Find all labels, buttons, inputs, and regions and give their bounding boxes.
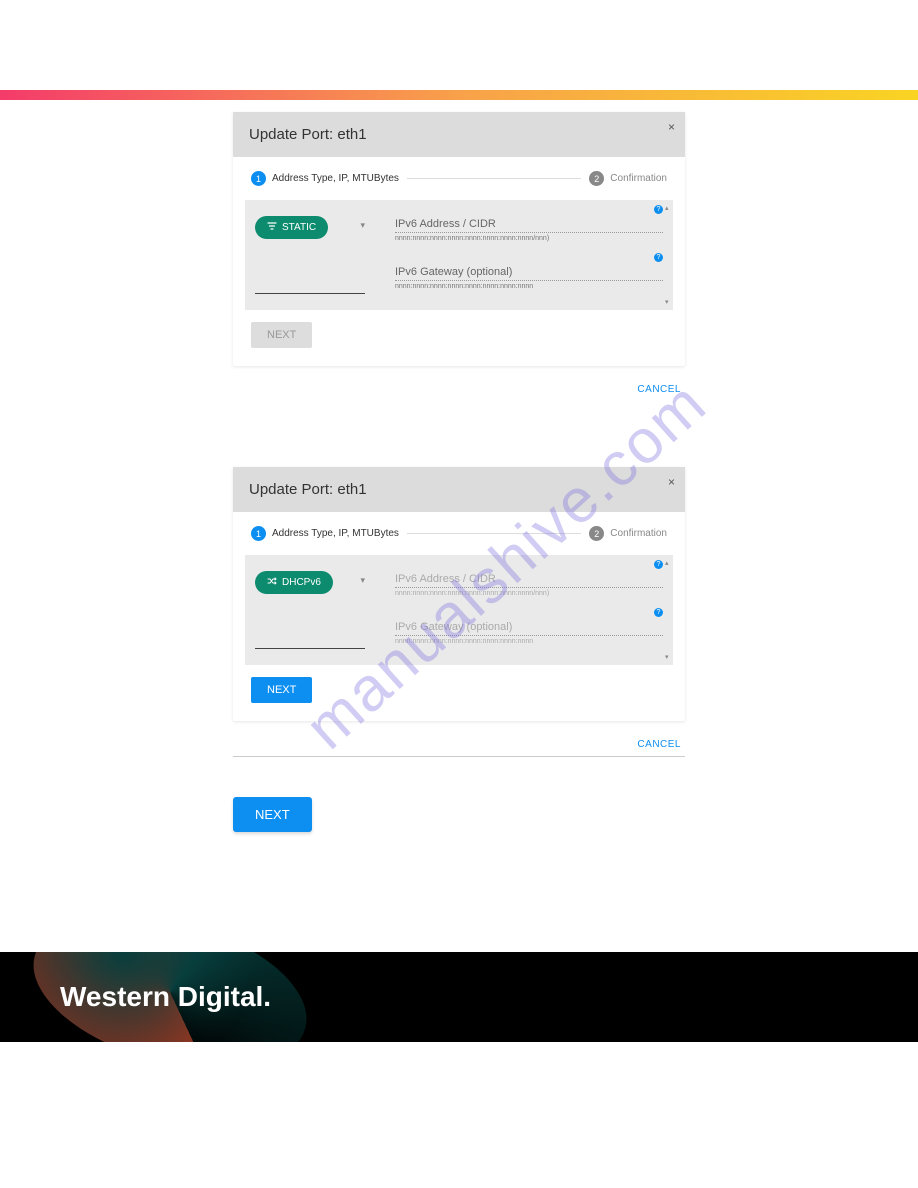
- shuffle-icon: [267, 576, 277, 589]
- scroll-up-icon[interactable]: ▴: [665, 559, 669, 567]
- page-next-button[interactable]: NEXT: [233, 797, 312, 832]
- brand-logo: Western Digital.: [60, 981, 271, 1013]
- ipv6-address-field: ? IPv6 Address / CIDR: [395, 571, 663, 588]
- field-hint: nnnn:nnnn:nnnn:nnnn:nnnn:nnnn:nnnn:nnnn/…: [395, 590, 663, 601]
- scroll-up-icon[interactable]: ▴: [665, 204, 669, 212]
- dialog-title: Update Port: eth1: [249, 481, 367, 498]
- wizard-stepper: 1 Address Type, IP, MTUBytes 2 Confirmat…: [233, 512, 685, 555]
- field-label: IPv6 Address / CIDR: [395, 571, 663, 587]
- filter-icon: [267, 221, 277, 234]
- dialog-title: Update Port: eth1: [249, 126, 367, 143]
- button-row: NEXT: [233, 310, 685, 366]
- update-port-dialog-dhcpv6: Update Port: eth1 × 1 Address Type, IP, …: [233, 467, 685, 721]
- scrollbar[interactable]: ▴ ▾: [665, 204, 671, 306]
- brand-gradient-bar: [0, 90, 918, 100]
- close-icon[interactable]: ×: [668, 120, 675, 134]
- close-icon[interactable]: ×: [668, 475, 675, 489]
- help-icon[interactable]: ?: [654, 560, 663, 569]
- field-hint: nnnn:nnnn:nnnn:nnnn:nnnn:nnnn:nnnn:nnnn/…: [395, 235, 663, 246]
- step-1-number: 1: [251, 526, 266, 541]
- scroll-down-icon[interactable]: ▾: [665, 653, 669, 661]
- step-2: 2 Confirmation: [589, 171, 667, 186]
- scrollbar[interactable]: ▴ ▾: [665, 559, 671, 661]
- step-2-number: 2: [589, 171, 604, 186]
- address-type-select[interactable]: STATIC ▾: [255, 216, 365, 294]
- step-2-label: Confirmation: [610, 528, 667, 539]
- field-hint: nnnn:nnnn:nnnn:nnnn:nnnn:nnnn:nnnn:nnnn: [395, 638, 663, 649]
- next-button[interactable]: NEXT: [251, 322, 312, 348]
- help-icon[interactable]: ?: [654, 253, 663, 262]
- address-type-select[interactable]: DHCPv6 ▾: [255, 571, 365, 649]
- chevron-down-icon: ▾: [360, 575, 365, 586]
- help-icon[interactable]: ?: [654, 608, 663, 617]
- step-1-label: Address Type, IP, MTUBytes: [272, 173, 399, 184]
- chip-label: DHCPv6: [282, 577, 321, 588]
- ipv6-gateway-field[interactable]: ? IPv6 Gateway (optional): [395, 264, 663, 281]
- step-2-label: Confirmation: [610, 173, 667, 184]
- help-icon[interactable]: ?: [654, 205, 663, 214]
- step-1-number: 1: [251, 171, 266, 186]
- update-port-dialog-static: Update Port: eth1 × 1 Address Type, IP, …: [233, 112, 685, 366]
- form-panel: DHCPv6 ▾ ? IPv6 Address / CIDR nnnn:nnnn…: [245, 555, 673, 665]
- address-type-chip: DHCPv6: [255, 571, 333, 594]
- step-1-label: Address Type, IP, MTUBytes: [272, 528, 399, 539]
- scroll-down-icon[interactable]: ▾: [665, 298, 669, 306]
- dialog-header: Update Port: eth1 ×: [233, 112, 685, 157]
- fields-column: ? IPv6 Address / CIDR nnnn:nnnn:nnnn:nnn…: [395, 216, 663, 294]
- page-content: Update Port: eth1 × 1 Address Type, IP, …: [233, 112, 685, 952]
- wizard-stepper: 1 Address Type, IP, MTUBytes 2 Confirmat…: [233, 157, 685, 200]
- cancel-link[interactable]: CANCEL: [233, 366, 685, 401]
- field-label: IPv6 Gateway (optional): [395, 619, 663, 635]
- brand-name: Western Digital.: [60, 981, 271, 1012]
- ipv6-gateway-field: ? IPv6 Gateway (optional): [395, 619, 663, 636]
- step-2-number: 2: [589, 526, 604, 541]
- next-button[interactable]: NEXT: [251, 677, 312, 703]
- button-row: NEXT: [233, 665, 685, 721]
- step-2: 2 Confirmation: [589, 526, 667, 541]
- ipv6-address-field[interactable]: ? IPv6 Address / CIDR: [395, 216, 663, 233]
- dialog-header: Update Port: eth1 ×: [233, 467, 685, 512]
- chevron-down-icon: ▾: [360, 220, 365, 231]
- step-1: 1 Address Type, IP, MTUBytes: [251, 526, 399, 541]
- cancel-link[interactable]: CANCEL: [233, 721, 685, 757]
- fields-column: ? IPv6 Address / CIDR nnnn:nnnn:nnnn:nnn…: [395, 571, 663, 649]
- step-divider: [407, 178, 581, 179]
- address-type-chip: STATIC: [255, 216, 328, 239]
- step-1: 1 Address Type, IP, MTUBytes: [251, 171, 399, 186]
- page-footer: Western Digital.: [0, 952, 918, 1042]
- chip-label: STATIC: [282, 222, 316, 233]
- field-label: IPv6 Address / CIDR: [395, 216, 663, 232]
- step-divider: [407, 533, 581, 534]
- form-panel: STATIC ▾ ? IPv6 Address / CIDR nnnn:nnnn…: [245, 200, 673, 310]
- field-hint: nnnn:nnnn:nnnn:nnnn:nnnn:nnnn:nnnn:nnnn: [395, 283, 663, 294]
- field-label: IPv6 Gateway (optional): [395, 264, 663, 280]
